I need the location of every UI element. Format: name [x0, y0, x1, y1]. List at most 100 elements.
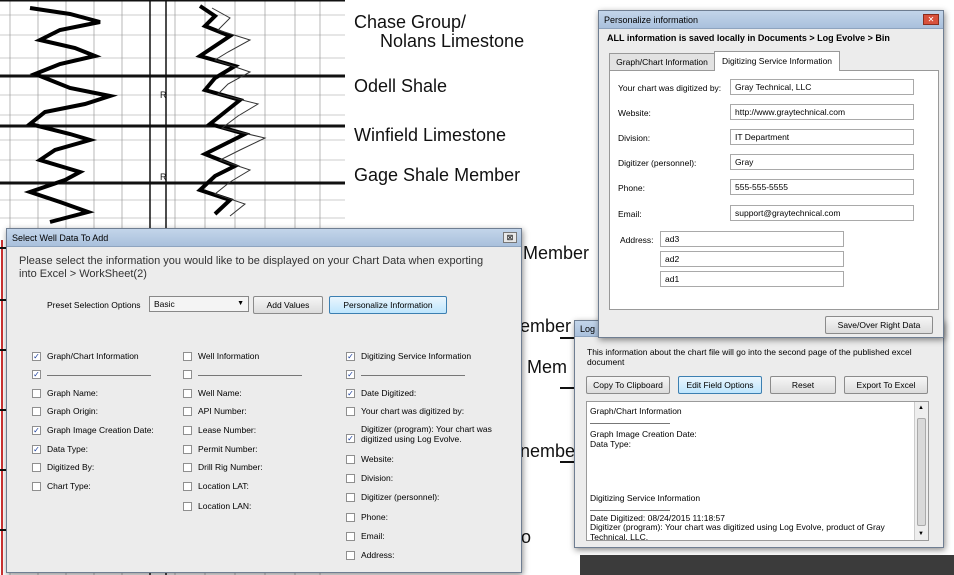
checkbox-graph-image-creation-date[interactable]: ✓ — [32, 426, 41, 435]
log-line: Graph/Chart Information — [590, 406, 682, 416]
reset-button[interactable]: Reset — [770, 376, 836, 394]
instruction-text: Please select the information you would … — [19, 255, 484, 280]
field-label: Email: — [618, 209, 642, 219]
formation-label: Mem — [527, 357, 567, 377]
separator-line — [47, 375, 151, 376]
checkbox-permit-number[interactable] — [183, 445, 192, 454]
checkbox-label: Well Name: — [198, 388, 242, 398]
field-label: Your chart was digitized by: — [618, 83, 722, 93]
checkbox-digitizing-service-information[interactable]: ✓ — [346, 352, 355, 361]
checkbox-address[interactable] — [346, 551, 355, 560]
formation-label: Member — [523, 243, 590, 263]
email-input[interactable]: support@graytechnical.com — [730, 205, 914, 221]
personalize-information-dialog: Personalize information ✕ ALL informatio… — [598, 10, 944, 338]
tab-graph-chart-information[interactable]: Graph/Chart Information — [609, 53, 715, 70]
formation-label: o — [521, 527, 532, 547]
checkbox-date-digitized[interactable]: ✓ — [346, 389, 355, 398]
edit-field-options-button[interactable]: Edit Field Options — [678, 376, 762, 394]
field-label: Division: — [618, 133, 651, 143]
formation-label: Chase Group/ — [354, 12, 467, 32]
checkbox-label: Digitizer (program): Your chart was digi… — [361, 424, 492, 444]
formation-label: nembe — [520, 441, 576, 461]
checkbox-digitized-by[interactable] — [32, 463, 41, 472]
checkbox-email[interactable] — [346, 532, 355, 541]
close-icon[interactable]: ✕ — [923, 14, 939, 25]
checkbox-label: Digitized By: — [47, 462, 95, 472]
checkbox-well-separator[interactable] — [183, 370, 192, 379]
log-window: Log This information about the chart fil… — [574, 320, 944, 548]
export-to-excel-button[interactable]: Export To Excel — [844, 376, 928, 394]
add-values-button[interactable]: Add Values — [253, 296, 323, 314]
copy-to-clipboard-button[interactable]: Copy To Clipboard — [586, 376, 670, 394]
preset-value: Basic — [154, 299, 175, 309]
save-over-right-data-button[interactable]: Save/Over Right Data — [825, 316, 933, 334]
personalize-titlebar[interactable]: Personalize information ✕ — [599, 11, 943, 29]
log-line: Data Type: — [590, 439, 631, 449]
tab-digitizing-service-information[interactable]: Digitizing Service Information — [714, 51, 840, 71]
dialog-titlebar[interactable]: Select Well Data To Add ⊠ — [7, 229, 521, 247]
checkbox-location-lan[interactable] — [183, 502, 192, 511]
checkbox-chart-digitized-by[interactable] — [346, 407, 355, 416]
checkbox-label: Email: — [361, 531, 385, 541]
phone-input[interactable]: 555-555-5555 — [730, 179, 914, 195]
formation-label: Gage Shale Member — [354, 165, 521, 185]
checkbox-website[interactable] — [346, 455, 355, 464]
personalize-information-button[interactable]: Personalize Information — [329, 296, 447, 314]
log-scrollbar[interactable]: ▲ ▼ — [914, 402, 928, 540]
separator-line — [361, 375, 465, 376]
checkbox-label: Division: — [361, 473, 394, 483]
formation-label: Nolans Limestone — [380, 31, 525, 51]
checkbox-api-number[interactable] — [183, 407, 192, 416]
checkbox-digitizer-personnel[interactable] — [346, 493, 355, 502]
division-input[interactable]: IT Department — [730, 129, 914, 145]
checkbox-label: Graph Origin: — [47, 406, 99, 416]
tab-label: Digitizing Service Information — [721, 56, 833, 66]
scroll-up-icon[interactable]: ▲ — [918, 405, 924, 411]
checkbox-label: Digitizing Service Information — [361, 351, 472, 361]
digitized-by-input[interactable]: Gray Technical, LLC — [730, 79, 914, 95]
field-label: Website: — [618, 108, 651, 118]
log-title: Log — [580, 324, 596, 334]
preset-select[interactable]: Basic ▼ — [149, 296, 249, 312]
checkbox-lease-number[interactable] — [183, 426, 192, 435]
checkbox-well-information[interactable] — [183, 352, 192, 361]
tab-label: Graph/Chart Information — [616, 57, 708, 67]
checkbox-label: Date Digitized: — [361, 388, 417, 398]
scroll-thumb[interactable] — [917, 418, 926, 526]
checkbox-graph-name[interactable] — [32, 389, 41, 398]
checkbox-label: Permit Number: — [198, 444, 258, 454]
checkbox-digitizing-separator[interactable]: ✓ — [346, 370, 355, 379]
checkbox-label: API Number: — [198, 406, 247, 416]
checkbox-location-lat[interactable] — [183, 482, 192, 491]
checkbox-graph-origin[interactable] — [32, 407, 41, 416]
checkbox-label: Drill Rig Number: — [198, 462, 263, 472]
digitizer-personnel-input[interactable]: Gray — [730, 154, 914, 170]
select-well-data-dialog: Select Well Data To Add ⊠ Please select … — [6, 228, 522, 573]
address-line-input[interactable]: ad3 — [660, 231, 844, 247]
log-track-label: R — [160, 172, 167, 182]
checkbox-label: Chart Type: — [47, 481, 91, 491]
checkbox-drill-rig-number[interactable] — [183, 463, 192, 472]
close-icon[interactable]: ⊠ — [503, 232, 517, 243]
checkbox-label: Data Type: — [47, 444, 88, 454]
log-description: This information about the chart file wi… — [587, 347, 912, 367]
checkbox-label: Address: — [361, 550, 395, 560]
checkbox-phone[interactable] — [346, 513, 355, 522]
checkbox-label: Graph Name: — [47, 388, 99, 398]
separator-line — [198, 375, 302, 376]
tab-panel: Your chart was digitized by: Gray Techni… — [609, 70, 939, 310]
checkbox-graph-separator[interactable]: ✓ — [32, 370, 41, 379]
address-line-input[interactable]: ad1 — [660, 271, 844, 287]
checkbox-well-name[interactable] — [183, 389, 192, 398]
checkbox-graph-chart-information[interactable]: ✓ — [32, 352, 41, 361]
checkbox-data-type[interactable]: ✓ — [32, 445, 41, 454]
checkbox-digitizer-program[interactable]: ✓ — [346, 434, 355, 443]
checkbox-division[interactable] — [346, 474, 355, 483]
website-input[interactable]: http://www.graytechnical.com — [730, 104, 914, 120]
log-line: Digitizer (program): Your chart was digi… — [590, 522, 885, 541]
log-output-textarea[interactable]: Graph/Chart Information Graph Image Crea… — [586, 401, 929, 541]
scroll-down-icon[interactable]: ▼ — [918, 531, 924, 537]
checkbox-chart-type[interactable] — [32, 482, 41, 491]
address-line-input[interactable]: ad2 — [660, 251, 844, 267]
log-line: Graph Image Creation Date: — [590, 429, 697, 439]
